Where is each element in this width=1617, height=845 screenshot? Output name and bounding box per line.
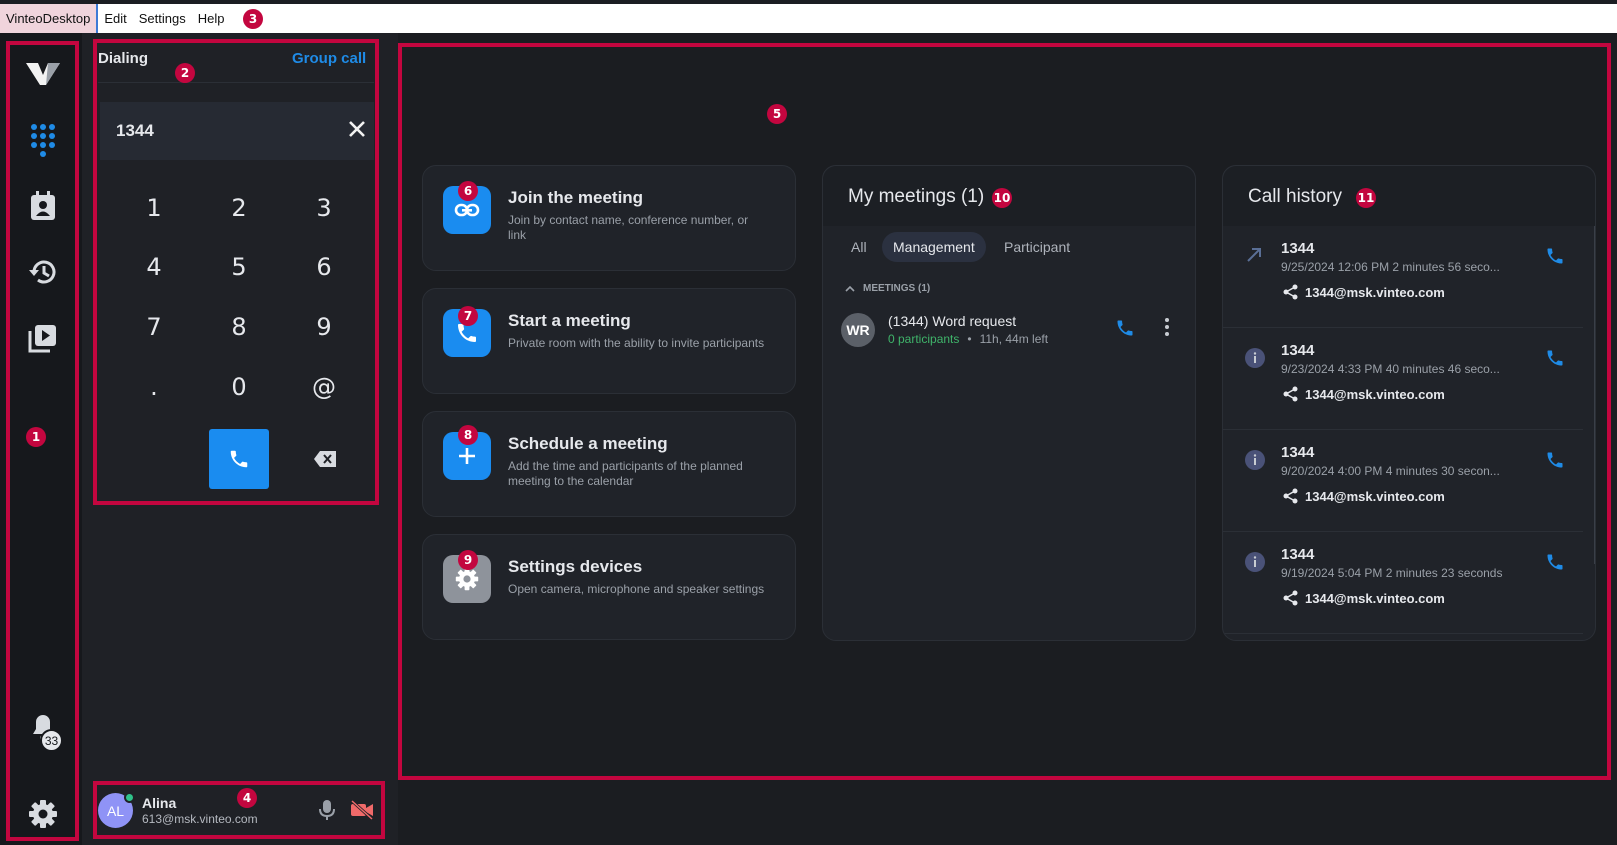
- annotation-badge: 5: [767, 104, 787, 124]
- annotation-box-dialer: [93, 39, 379, 505]
- annotation-badge: 7: [458, 306, 478, 326]
- annotation-badge: 2: [175, 63, 195, 83]
- annotation-badge: 4: [237, 788, 257, 808]
- annotation-badge: 11: [1356, 188, 1376, 208]
- menu-item-app[interactable]: VinteoDesktop: [0, 4, 99, 33]
- annotation-badge: 9: [458, 550, 478, 570]
- annotation-badge: 8: [458, 425, 478, 445]
- annotation-badge: 1: [26, 427, 46, 447]
- menu-item-settings[interactable]: Settings: [133, 4, 192, 33]
- annotation-badge: 6: [458, 181, 478, 201]
- annotation-badge: 10: [992, 188, 1012, 208]
- annotation-box-main: [398, 43, 1611, 780]
- annotation-badge: 3: [243, 9, 263, 29]
- menu-item-help[interactable]: Help: [192, 4, 231, 33]
- annotation-box-userbar: [93, 781, 385, 839]
- menu-item-edit[interactable]: Edit: [98, 4, 132, 33]
